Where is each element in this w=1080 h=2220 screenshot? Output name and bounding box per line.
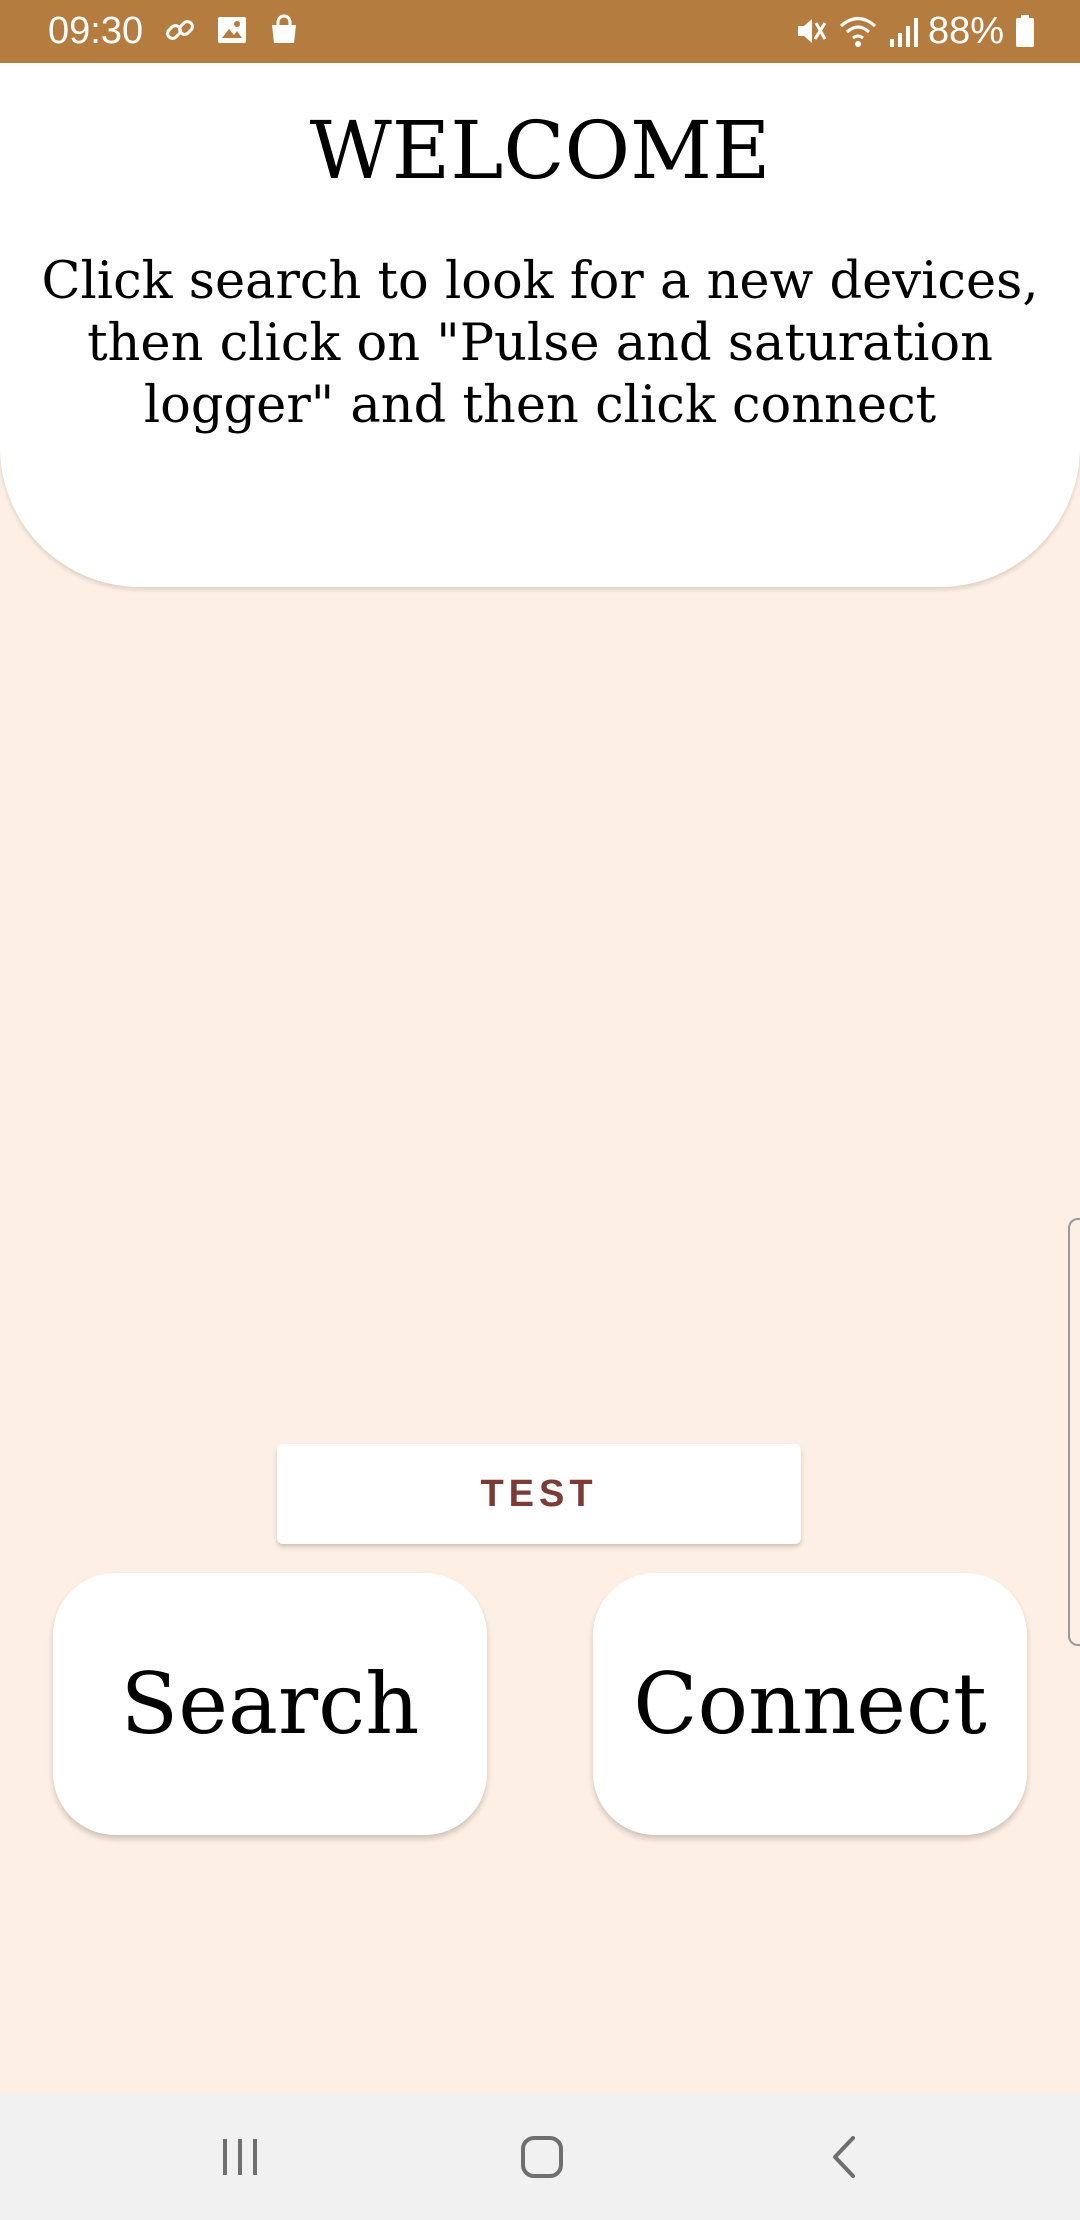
recents-button[interactable]	[205, 2124, 275, 2190]
wifi-icon	[838, 13, 878, 49]
connect-button[interactable]: Connect	[593, 1573, 1027, 1835]
home-icon	[518, 2133, 566, 2181]
gallery-icon	[216, 14, 248, 46]
link-icon	[164, 14, 196, 46]
edge-panel-handle[interactable]	[1068, 1218, 1080, 1646]
battery-percentage: 88%	[927, 10, 1004, 52]
search-button[interactable]: Search	[53, 1573, 487, 1835]
status-system-icons: 88%	[792, 8, 1036, 54]
status-bar: 09:30 88%	[0, 0, 1080, 63]
page-title: WELCOME	[309, 104, 771, 197]
battery-icon	[1014, 13, 1036, 49]
back-button[interactable]	[810, 2124, 880, 2190]
recents-icon	[219, 2136, 261, 2178]
shopping-bag-icon	[268, 14, 300, 46]
back-icon	[825, 2133, 865, 2181]
navigation-bar	[0, 2094, 1080, 2220]
test-button[interactable]: TEST	[277, 1444, 801, 1544]
status-notification-icons	[164, 14, 300, 46]
home-button[interactable]	[507, 2124, 577, 2190]
signal-icon	[888, 13, 918, 49]
welcome-header-card: WELCOME Click search to look for a new d…	[0, 63, 1080, 587]
status-time: 09:30	[48, 10, 144, 52]
instructions-text: Click search to look for a new devices, …	[41, 252, 1039, 435]
mute-icon	[792, 13, 828, 49]
